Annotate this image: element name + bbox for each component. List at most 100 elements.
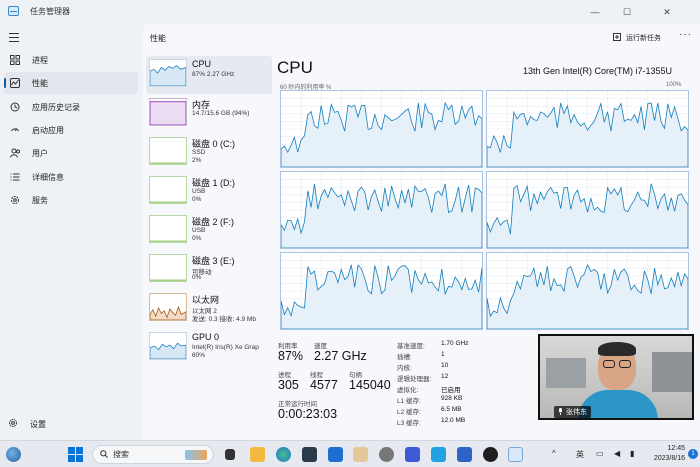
core-graph (280, 90, 483, 168)
tray-overflow-chevron-icon[interactable]: ^ (552, 449, 556, 458)
task-view-icon[interactable] (225, 449, 235, 460)
disk-thumbnail-graph (149, 137, 187, 165)
app-icon[interactable] (405, 447, 420, 462)
app-icon[interactable] (302, 447, 317, 462)
sidebar-item-startup-apps[interactable]: 启动应用 (4, 119, 138, 141)
sidebar-item-label: 性能 (32, 78, 48, 88)
device-throughput: 发送: 0.3 接收: 4.9 Mb (192, 316, 256, 323)
cpu-thumbnail-graph (149, 59, 187, 87)
device-usage: 0% (192, 235, 202, 242)
core-graph-svg (281, 91, 482, 167)
more-options-button[interactable]: ··· (679, 29, 692, 40)
volume-icon[interactable]: ◀ (614, 449, 620, 458)
disk-thumbnail-graph (149, 254, 187, 282)
users-icon (9, 147, 21, 159)
sidebar-item-label: 服务 (32, 195, 48, 205)
device-disk-0[interactable]: 磁盘 0 (C:) SSD 2% (146, 134, 272, 172)
sidebar-item-performance[interactable]: 性能 (4, 72, 138, 94)
sidebar-item-label: 详细信息 (32, 172, 64, 182)
sidebar-item-app-history[interactable]: 应用历史记录 (4, 96, 138, 118)
sidebar: 进程 性能 应用历史记录 启动应用 用户 详细信息 服务 (0, 24, 143, 440)
title-bar: 任务管理器 — ☐ ✕ (0, 0, 700, 24)
device-memory[interactable]: 内存 14.7/15.6 GB (94%) (146, 95, 272, 133)
task-manager-app-icon (8, 6, 19, 16)
core-graph-svg (487, 253, 688, 329)
spec-key: 逻辑处理器: (397, 376, 432, 383)
spec-value: 12 (441, 373, 449, 380)
spec-value: 928 KB (441, 395, 463, 402)
app-icon[interactable] (483, 447, 498, 462)
cpu-model-name: 13th Gen Intel(R) Core(TM) i7-1355U (523, 66, 673, 76)
core-graph (486, 90, 689, 168)
clock-time: 12:45 (667, 445, 685, 452)
spec-value: 12.0 MB (441, 417, 466, 424)
taskbar-clock[interactable]: 12:45 2023/8/16 (645, 444, 685, 464)
device-cpu[interactable]: CPU 87% 2.27 GHz (146, 56, 272, 94)
start-button[interactable] (68, 447, 83, 462)
ethernet-thumbnail-graph (149, 293, 187, 321)
logical-processor-graphs (280, 90, 689, 330)
notification-badge[interactable]: 1 (688, 449, 698, 459)
settings-button[interactable]: 设置 (8, 418, 46, 430)
spec-key: 基准速度: (397, 343, 425, 350)
spec-value: 10 (441, 362, 449, 369)
device-detail: SSD (192, 149, 206, 156)
gear-icon (8, 418, 18, 430)
presenter-name-tag: 张伟东 (554, 406, 591, 418)
spec-value: 6.5 MB (441, 406, 462, 413)
device-disk-2[interactable]: 磁盘 2 (F:) USB 0% (146, 212, 272, 250)
spec-key: 虚拟化: (397, 387, 419, 394)
sidebar-item-users[interactable]: 用户 (4, 142, 138, 164)
spec-key: 内核: (397, 365, 412, 372)
minimize-button[interactable]: — (580, 0, 610, 24)
webcam-overlay: 张伟东 (538, 334, 694, 420)
run-task-icon (613, 32, 622, 43)
app-icon[interactable] (328, 447, 343, 462)
spec-value: 已启用 (441, 387, 461, 394)
close-button[interactable]: ✕ (652, 0, 682, 24)
sidebar-item-details[interactable]: 详细信息 (4, 166, 138, 188)
settings-label: 设置 (30, 419, 46, 429)
core-graph-svg (487, 172, 688, 248)
core-utilization-trace (487, 263, 688, 329)
spec-key: 插槽: (397, 354, 412, 361)
app-icon[interactable] (431, 447, 446, 462)
hamburger-menu-icon[interactable] (9, 33, 19, 45)
task-manager-taskbar-icon[interactable] (508, 447, 523, 462)
sidebar-item-services[interactable]: 服务 (4, 189, 138, 211)
device-name: GPU 0 (192, 332, 220, 342)
background-shelf (546, 358, 586, 388)
sidebar-item-label: 用户 (32, 148, 48, 158)
device-detail: USB (192, 188, 206, 195)
network-icon[interactable]: ▭ (596, 449, 604, 458)
microphone-icon (558, 407, 563, 417)
sidebar-item-label: 启动应用 (32, 125, 64, 135)
performance-icon (9, 77, 21, 89)
device-usage: 60% (192, 352, 206, 359)
file-explorer-icon[interactable] (250, 447, 265, 462)
device-ethernet[interactable]: 以太网 以太网 2 发送: 0.3 接收: 4.9 Mb (146, 290, 272, 328)
app-icon[interactable] (353, 447, 368, 462)
device-disk-1[interactable]: 磁盘 1 (D:) USB 0% (146, 173, 272, 211)
clock-date: 2023/8/16 (653, 455, 685, 462)
taskbar-search-box[interactable]: 搜索 (92, 445, 214, 464)
edge-browser-icon[interactable] (276, 447, 291, 462)
core-graph (280, 252, 483, 330)
search-placeholder: 搜索 (113, 450, 129, 459)
input-method-indicator[interactable]: 英 (576, 449, 584, 460)
sidebar-item-processes[interactable]: 进程 (4, 49, 138, 71)
device-usage: 0% (192, 196, 202, 203)
run-new-task-button[interactable]: 运行新任务 (613, 32, 661, 43)
utilization-max-label: 100% (666, 82, 682, 88)
battery-icon[interactable]: ▮ (630, 449, 634, 458)
app-icon[interactable] (457, 447, 472, 462)
spec-value: 1.70 GHz (441, 340, 469, 347)
device-disk-3[interactable]: 磁盘 3 (E:) 可移动 0% (146, 251, 272, 289)
weather-icon[interactable] (6, 447, 21, 462)
page-title: 性能 (150, 34, 166, 43)
settings-app-icon[interactable] (379, 447, 394, 462)
core-graph (486, 171, 689, 249)
device-gpu-0[interactable]: GPU 0 Intel(R) Iris(R) Xe Grap 60% (146, 329, 272, 367)
glasses (603, 360, 615, 368)
maximize-button[interactable]: ☐ (612, 0, 642, 24)
